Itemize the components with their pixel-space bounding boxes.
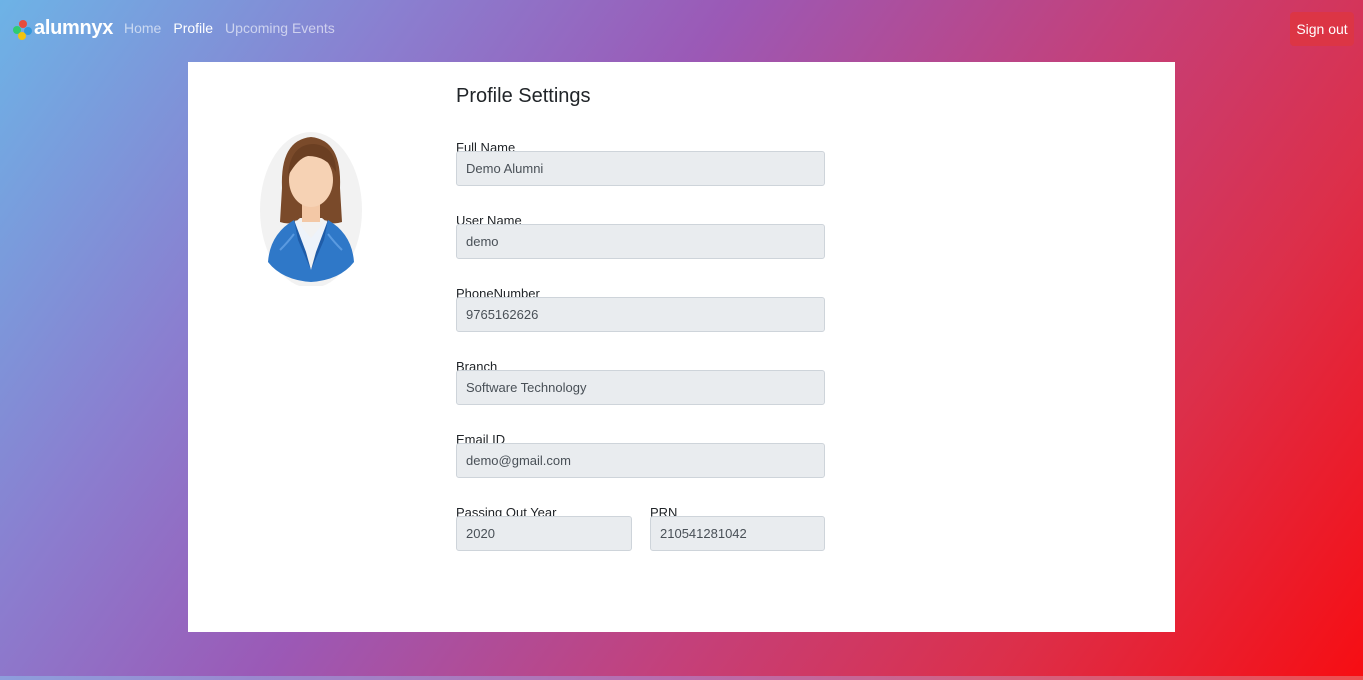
profile-card: Profile Settings Full Name User Name Pho… (188, 62, 1175, 632)
nav-home[interactable]: Home (124, 20, 161, 36)
phone-field[interactable] (456, 297, 825, 332)
bottom-edge-strip (0, 676, 1363, 680)
nav-links: Home Profile Upcoming Events (124, 20, 335, 36)
brand-tagline-decoration (34, 39, 113, 42)
sign-out-button[interactable]: Sign out (1290, 12, 1354, 46)
navbar: alumnyx Home Profile Upcoming Events Sig… (0, 0, 1363, 60)
prn-field[interactable] (650, 516, 825, 551)
email-field[interactable] (456, 443, 825, 478)
brand-name: alumnyx (34, 17, 114, 39)
branch-field[interactable] (456, 370, 825, 405)
user-name-field[interactable] (456, 224, 825, 259)
female-user-avatar-icon (260, 130, 362, 288)
passing-year-field[interactable] (456, 516, 632, 551)
nav-upcoming-events[interactable]: Upcoming Events (225, 20, 335, 36)
logo-mark-icon (13, 20, 33, 40)
page-title: Profile Settings (456, 85, 591, 107)
nav-profile[interactable]: Profile (173, 20, 213, 36)
full-name-field[interactable] (456, 151, 825, 186)
brand-logo[interactable]: alumnyx (13, 14, 113, 46)
